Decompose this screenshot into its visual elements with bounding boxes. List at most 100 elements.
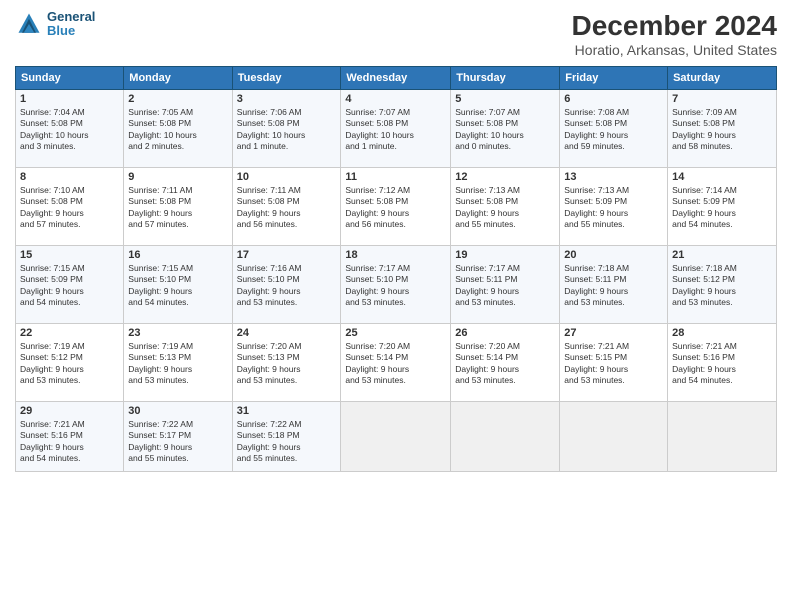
day-info: Sunrise: 7:17 AM Sunset: 5:11 PM Dayligh… [455,263,555,309]
table-row [451,402,560,472]
day-number: 4 [345,93,446,105]
table-row: 12Sunrise: 7:13 AM Sunset: 5:08 PM Dayli… [451,168,560,246]
header-row: Sunday Monday Tuesday Wednesday Thursday… [16,67,777,90]
table-row: 20 Sunrise: 7:18 AM Sunset: 5:11 PM Dayli… [560,246,668,324]
day-info: Sunrise: 7:19 AM Sunset: 5:12 PM Dayligh… [20,341,119,387]
col-saturday: Saturday [668,67,777,90]
day-number: 5 [455,93,555,105]
table-row: 5 Sunrise: 7:07 AM Sunset: 5:08 PM Daylig… [451,90,560,168]
logo: General Blue [15,10,95,39]
table-row: 31 Sunrise: 7:22 AM Sunset: 5:18 PM Dayli… [232,402,341,472]
day-number: 18 [345,249,446,261]
table-row: 16Sunrise: 7:15 AM Sunset: 5:10 PM Dayli… [124,246,232,324]
day-info: Sunrise: 7:21 AM Sunset: 5:16 PM Dayligh… [672,341,772,387]
day-number: 30 [128,405,227,417]
day-number: 20 [564,249,663,261]
table-row: 13 Sunrise: 7:13 AM Sunset: 5:09 PM Dayli… [560,168,668,246]
day-number: 15 [20,249,119,261]
day-number: 13 [564,171,663,183]
table-row: 30 Sunrise: 7:22 AM Sunset: 5:17 PM Dayli… [124,402,232,472]
day-number: 12 [455,171,555,183]
day-info: Sunrise: 7:12 AM Sunset: 5:08 PM Dayligh… [345,185,446,231]
day-number: 7 [672,93,772,105]
logo-text: General Blue [47,10,95,39]
table-row: 23 Sunrise: 7:19 AM Sunset: 5:13 PM Dayli… [124,324,232,402]
col-tuesday: Tuesday [232,67,341,90]
day-info: Sunrise: 7:20 AM Sunset: 5:14 PM Dayligh… [345,341,446,387]
day-info: Sunrise: 7:07 AM Sunset: 5:08 PM Dayligh… [345,107,446,153]
day-number: 14 [672,171,772,183]
day-number: 22 [20,327,119,339]
table-row: 18 Sunrise: 7:17 AM Sunset: 5:10 PM Dayli… [341,246,451,324]
col-wednesday: Wednesday [341,67,451,90]
table-row: 1Sunrise: 7:04 AM Sunset: 5:08 PM Daylig… [16,90,124,168]
table-row [341,402,451,472]
day-info: Sunrise: 7:09 AM Sunset: 5:08 PM Dayligh… [672,107,772,153]
day-info: Sunrise: 7:17 AM Sunset: 5:10 PM Dayligh… [345,263,446,309]
table-row: 21 Sunrise: 7:18 AM Sunset: 5:12 PM Dayli… [668,246,777,324]
table-row [560,402,668,472]
day-number: 29 [20,405,119,417]
day-info: Sunrise: 7:14 AM Sunset: 5:09 PM Dayligh… [672,185,772,231]
day-info: Sunrise: 7:08 AM Sunset: 5:08 PM Dayligh… [564,107,663,153]
day-number: 1 [20,93,119,105]
day-info: Sunrise: 7:11 AM Sunset: 5:08 PM Dayligh… [128,185,227,231]
table-row: 14 Sunrise: 7:14 AM Sunset: 5:09 PM Dayli… [668,168,777,246]
day-info: Sunrise: 7:21 AM Sunset: 5:16 PM Dayligh… [20,419,119,465]
table-row: 8Sunrise: 7:10 AM Sunset: 5:08 PM Daylig… [16,168,124,246]
table-row: 6 Sunrise: 7:08 AM Sunset: 5:08 PM Daylig… [560,90,668,168]
day-number: 31 [237,405,337,417]
day-info: Sunrise: 7:15 AM Sunset: 5:09 PM Dayligh… [20,263,119,309]
day-info: Sunrise: 7:05 AM Sunset: 5:08 PM Dayligh… [128,107,227,153]
day-number: 6 [564,93,663,105]
day-number: 21 [672,249,772,261]
table-row: 29 Sunrise: 7:21 AM Sunset: 5:16 PM Dayli… [16,402,124,472]
table-row: 7 Sunrise: 7:09 AM Sunset: 5:08 PM Daylig… [668,90,777,168]
day-info: Sunrise: 7:18 AM Sunset: 5:12 PM Dayligh… [672,263,772,309]
table-row [668,402,777,472]
page-title: December 2024 [572,10,777,42]
day-info: Sunrise: 7:22 AM Sunset: 5:18 PM Dayligh… [237,419,337,465]
day-info: Sunrise: 7:11 AM Sunset: 5:08 PM Dayligh… [237,185,337,231]
col-sunday: Sunday [16,67,124,90]
day-number: 25 [345,327,446,339]
table-row: 24 Sunrise: 7:20 AM Sunset: 5:13 PM Dayli… [232,324,341,402]
day-info: Sunrise: 7:18 AM Sunset: 5:11 PM Dayligh… [564,263,663,309]
table-row: 22 Sunrise: 7:19 AM Sunset: 5:12 PM Dayli… [16,324,124,402]
day-info: Sunrise: 7:13 AM Sunset: 5:09 PM Dayligh… [564,185,663,231]
table-row: 25 Sunrise: 7:20 AM Sunset: 5:14 PM Dayli… [341,324,451,402]
col-monday: Monday [124,67,232,90]
day-number: 27 [564,327,663,339]
day-number: 24 [237,327,337,339]
day-info: Sunrise: 7:20 AM Sunset: 5:13 PM Dayligh… [237,341,337,387]
table-row: 9Sunrise: 7:11 AM Sunset: 5:08 PM Daylig… [124,168,232,246]
col-thursday: Thursday [451,67,560,90]
day-number: 8 [20,171,119,183]
table-row: 27 Sunrise: 7:21 AM Sunset: 5:15 PM Dayli… [560,324,668,402]
day-number: 23 [128,327,227,339]
table-row: 15 Sunrise: 7:15 AM Sunset: 5:09 PM Dayli… [16,246,124,324]
day-number: 2 [128,93,227,105]
table-row: 4 Sunrise: 7:07 AM Sunset: 5:08 PM Daylig… [341,90,451,168]
table-row: 28 Sunrise: 7:21 AM Sunset: 5:16 PM Dayli… [668,324,777,402]
day-number: 16 [128,249,227,261]
day-info: Sunrise: 7:19 AM Sunset: 5:13 PM Dayligh… [128,341,227,387]
day-number: 28 [672,327,772,339]
title-block: December 2024 Horatio, Arkansas, United … [572,10,777,58]
day-info: Sunrise: 7:21 AM Sunset: 5:15 PM Dayligh… [564,341,663,387]
page-container: General Blue December 2024 Horatio, Arka… [0,0,792,482]
table-row: 11 Sunrise: 7:12 AM Sunset: 5:08 PM Dayli… [341,168,451,246]
day-number: 10 [237,171,337,183]
day-number: 19 [455,249,555,261]
day-number: 26 [455,327,555,339]
calendar-table: Sunday Monday Tuesday Wednesday Thursday… [15,66,777,472]
day-info: Sunrise: 7:07 AM Sunset: 5:08 PM Dayligh… [455,107,555,153]
day-info: Sunrise: 7:06 AM Sunset: 5:08 PM Dayligh… [237,107,337,153]
day-number: 11 [345,171,446,183]
table-row: 2 Sunrise: 7:05 AM Sunset: 5:08 PM Daylig… [124,90,232,168]
table-row: 26Sunrise: 7:20 AM Sunset: 5:14 PM Dayli… [451,324,560,402]
day-info: Sunrise: 7:22 AM Sunset: 5:17 PM Dayligh… [128,419,227,465]
table-row: 3Sunrise: 7:06 AM Sunset: 5:08 PM Daylig… [232,90,341,168]
page-subtitle: Horatio, Arkansas, United States [572,42,777,58]
logo-icon [15,10,43,38]
